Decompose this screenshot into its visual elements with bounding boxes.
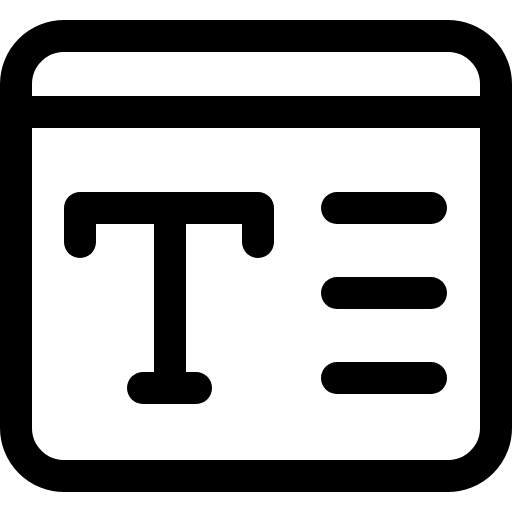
text-lines (321, 192, 447, 394)
text-t-glyph (64, 192, 274, 404)
text-layout-window-icon-svg (0, 20, 512, 492)
text-layout-window-icon (0, 0, 512, 512)
